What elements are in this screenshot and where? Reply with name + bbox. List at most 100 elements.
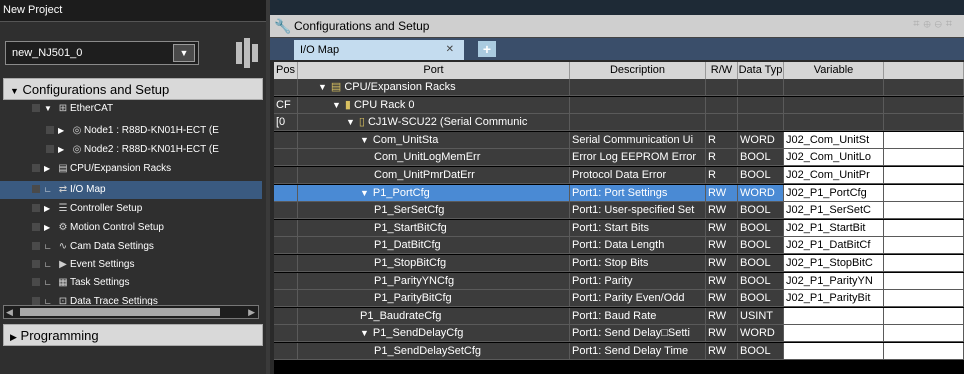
variable-cell[interactable]: J02_P1_SerSetC (784, 202, 884, 220)
description-cell: Serial Communication Ui (570, 131, 706, 149)
data-type-cell: BOOL (738, 237, 784, 255)
chevron-down-icon[interactable]: ▼ (318, 82, 327, 92)
tree-item[interactable]: ▶ ◎ Node2 : R88D-KN01H-ECT (E (0, 141, 262, 159)
variable-cell[interactable] (784, 96, 884, 114)
variable-cell[interactable]: J02_P1_DatBitCf (784, 237, 884, 255)
variable-cell[interactable]: J02_Com_UnitLo (784, 149, 884, 167)
chevron-down-icon[interactable]: ▼ (360, 328, 369, 338)
table-row[interactable]: P1_BaudrateCfg Port1: Baud Rate RW USINT (274, 307, 964, 325)
chevron-down-icon[interactable]: ▼ (346, 117, 355, 127)
table-row[interactable]: ▼ P1_SendDelayCfg Port1: Send Delay□Setti R… (274, 325, 964, 343)
port-cell: ▼ ▯ CJ1W-SCU22 (Serial Communic (298, 114, 570, 132)
column-header[interactable]: R/W (706, 62, 738, 79)
config-setup-header[interactable]: ▼ Configurations and Setup (3, 78, 263, 100)
programming-header[interactable]: ▶ Programming (3, 324, 263, 346)
chevron-down-icon[interactable]: ▼ (332, 100, 341, 110)
scroll-right-icon[interactable]: ▶ (248, 306, 255, 318)
table-row[interactable]: P1_ParityYNCfg Port1: Parity RW BOOL J02_P1_… (274, 272, 964, 290)
chevron-right-icon[interactable]: ▶ (44, 200, 56, 218)
explorer-scrollbar[interactable]: ◀ ▶ (3, 305, 259, 319)
variable-cell[interactable] (784, 343, 884, 360)
table-row[interactable]: P1_DatBitCfg Port1: Data Length RW BOOL J02_… (274, 237, 964, 255)
column-header[interactable]: Pos (274, 62, 298, 79)
chevron-right-icon[interactable]: ▶ (58, 141, 70, 159)
table-row[interactable]: P1_StartBitCfg Port1: Start Bits RW BOOL J02… (274, 219, 964, 237)
pos-cell (274, 343, 298, 360)
data-type-cell: USINT (738, 307, 784, 325)
column-header[interactable]: Data Typ (738, 62, 784, 79)
zoom-toolbar-icons[interactable]: ⌗⊕⊖⌗ (913, 18, 956, 31)
table-row[interactable]: Com_UnitPmrDatErr Protocol Data Error R BOO… (274, 167, 964, 184)
rw-cell: RW (706, 290, 738, 308)
variable-cell[interactable]: J02_P1_ParityBit (784, 290, 884, 308)
tree-item[interactable]: ▶ ▤ CPU/Expansion Racks (0, 160, 262, 178)
port-cell: ▼ P1_SendDelayCfg (298, 325, 570, 343)
variable-cell[interactable]: J02_P1_StopBitC (784, 255, 884, 272)
table-row[interactable]: CF ▼ ▮ CPU Rack 0 (274, 96, 964, 114)
variable-cell[interactable]: J02_Com_UnitPr (784, 167, 884, 184)
port-label: CPU Rack 0 (353, 98, 415, 111)
variable-cell[interactable]: J02_P1_PortCfg (784, 184, 884, 202)
tree-item[interactable]: ▶ ◎ Node1 : R88D-KN01H-ECT (E (0, 122, 262, 140)
tree-item[interactable]: ∟ ∿ Cam Data Settings (0, 238, 262, 256)
pos-cell (274, 290, 298, 308)
pos-cell (274, 272, 298, 290)
tree-item-label: I/O Map (70, 184, 106, 195)
column-header[interactable]: Variable (784, 62, 884, 79)
tree-branch-icon[interactable]: ∟ (44, 238, 56, 256)
pos-cell (274, 307, 298, 325)
add-tab-button[interactable]: + (478, 41, 496, 57)
table-row[interactable]: [0 ▼ ▯ CJ1W-SCU22 (Serial Communic (274, 114, 964, 132)
tree-branch-icon[interactable]: ∟ (44, 181, 56, 199)
variable-cell[interactable] (784, 79, 884, 96)
chevron-down-icon[interactable]: ▼ (360, 188, 369, 198)
table-row[interactable]: ▼ P1_PortCfg Port1: Port Settings RW WORD J02… (274, 184, 964, 202)
table-row[interactable]: P1_SendDelaySetCfg Port1: Send Delay Time… (274, 343, 964, 360)
rw-cell: RW (706, 184, 738, 202)
close-icon[interactable]: ✕ (446, 40, 454, 60)
tree-marker (32, 260, 40, 269)
tree-branch-icon[interactable]: ∟ (44, 274, 56, 292)
project-selector[interactable]: new_NJ501_0 (5, 41, 199, 65)
chevron-down-icon[interactable]: ▼ (44, 100, 56, 118)
chevron-right-icon[interactable]: ▶ (44, 160, 56, 178)
tree-item[interactable]: ▶ ☰ Controller Setup (0, 200, 262, 218)
pos-cell (274, 79, 298, 96)
rw-cell: RW (706, 343, 738, 360)
variable-cell[interactable]: J02_Com_UnitSt (784, 131, 884, 149)
tree-item[interactable]: ▶ ⚙ Motion Control Setup (0, 219, 262, 237)
pos-cell (274, 167, 298, 184)
table-row[interactable]: P1_SerSetCfg Port1: User-specified Set RW B… (274, 202, 964, 220)
tree-item[interactable]: ∟ ⇄ I/O Map (0, 181, 262, 199)
table-row[interactable]: P1_ParityBitCfg Port1: Parity Even/Odd RW B… (274, 290, 964, 308)
cpu-rack-icon: ▮ (344, 98, 351, 111)
table-row[interactable]: Com_UnitLogMemErr Error Log EEPROM Error R… (274, 149, 964, 167)
table-row[interactable]: P1_StopBitCfg Port1: Stop Bits RW BOOL J02_P… (274, 255, 964, 272)
chevron-down-icon[interactable]: ▼ (173, 44, 195, 62)
variable-cell[interactable]: J02_P1_ParityYN (784, 272, 884, 290)
table-row[interactable]: ▼ Com_UnitSta Serial Communication Ui R WORD… (274, 131, 964, 149)
tree-item[interactable]: ∟ ▶ Event Settings (0, 256, 262, 274)
table-row[interactable]: ▼ ▤ CPU/Expansion Racks (274, 79, 964, 96)
scroll-left-icon[interactable]: ◀ (6, 306, 13, 318)
chevron-right-icon[interactable]: ▶ (58, 122, 70, 140)
chevron-right-icon[interactable]: ▶ (44, 219, 56, 237)
variable-cell[interactable] (784, 325, 884, 343)
tab-io-map[interactable]: I/O Map ✕ (294, 40, 464, 60)
column-header[interactable]: Description (570, 62, 706, 79)
scrollbar-thumb[interactable] (20, 308, 220, 316)
column-header[interactable]: Port (298, 62, 570, 79)
variable-cell[interactable]: J02_P1_StartBit (784, 219, 884, 237)
tree-branch-icon[interactable]: ∟ (44, 256, 56, 274)
description-cell (570, 96, 706, 114)
tree-marker (46, 145, 54, 154)
port-cell: P1_ParityBitCfg (298, 290, 570, 308)
tree-item[interactable]: ▼ ⊞ EtherCAT (0, 100, 262, 118)
variable-cell[interactable] (784, 307, 884, 325)
controller-device-icon (234, 38, 260, 68)
data-type-cell (738, 114, 784, 132)
tree-item[interactable]: ∟ ▦ Task Settings (0, 274, 262, 292)
variable-cell[interactable] (784, 114, 884, 132)
rw-cell: RW (706, 202, 738, 220)
chevron-down-icon[interactable]: ▼ (360, 135, 369, 145)
